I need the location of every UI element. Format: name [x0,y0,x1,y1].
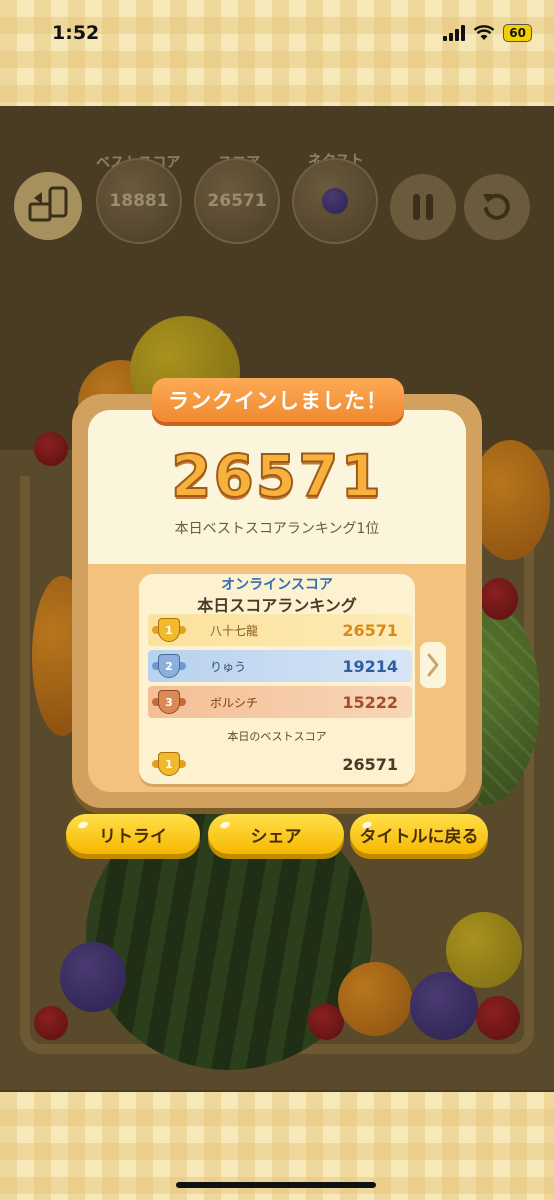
player-name: 八十七龍 [210,623,259,638]
orange-fruit [338,962,412,1036]
player-score: 19214 [342,656,398,676]
device-switch-button[interactable] [14,172,82,240]
ranking-row: 3 ボルシチ 15222 [148,686,412,718]
restart-icon [483,193,510,220]
grape-fruit [60,942,126,1012]
best-score-value: 18881 [109,191,169,211]
status-indicators: 60 [443,24,532,42]
ranking-row: 1 八十七龍 26571 [148,614,412,646]
strawberry-fruit [476,996,520,1040]
final-score: 26571 [170,441,383,511]
todays-best-row: 1 26571 [148,748,412,780]
todays-best-score: 26571 [342,754,398,774]
rank-in-ribbon: ランクインしました！ [152,378,404,422]
status-time: 1:52 [52,22,100,44]
cherry-fruit [34,1006,68,1040]
restart-button[interactable] [464,174,530,240]
ranking-row: 2 りゅう 19214 [148,650,412,682]
retry-button[interactable]: リトライ [66,814,200,854]
todays-best-label: 本日のベストスコア [227,730,327,743]
daily-ranking-title: 本日スコアランキング [197,596,357,615]
wifi-icon [473,25,495,40]
strawberry-fruit [480,578,518,620]
home-indicator[interactable] [176,1182,376,1188]
score-bubble: 26571 [194,158,280,244]
player-score: 15222 [342,692,398,712]
next-grape-icon [322,188,348,214]
online-score-title: オンラインスコア [221,577,333,593]
score-value: 26571 [207,191,267,211]
player-score: 26571 [342,620,398,640]
back-to-title-button[interactable]: タイトルに戻る [350,814,488,854]
next-fruit-bubble [292,158,378,244]
pause-button[interactable] [390,174,456,240]
cherry-fruit [34,432,68,466]
silver-medal-icon: 2 [152,652,186,680]
lemon-fruit [446,912,522,988]
chevron-right-icon [427,653,439,677]
best-score-bubble: 18881 [96,158,182,244]
gold-medal-icon: 1 [152,616,186,644]
device-switch-icon [28,186,68,222]
battery-indicator: 60 [503,24,532,42]
ranking-subtitle: 本日ベストスコアランキング1位 [174,521,380,537]
player-name: りゅう [210,659,247,674]
gold-medal-icon: 1 [152,750,186,778]
player-name: ボルシチ [210,695,259,710]
pause-icon [413,194,433,220]
share-button[interactable]: シェア [208,814,344,854]
next-page-button[interactable] [420,642,446,688]
signal-icon [443,25,466,41]
orange-fruit [470,440,550,560]
top-band [0,0,554,106]
bronze-medal-icon: 3 [152,688,186,716]
